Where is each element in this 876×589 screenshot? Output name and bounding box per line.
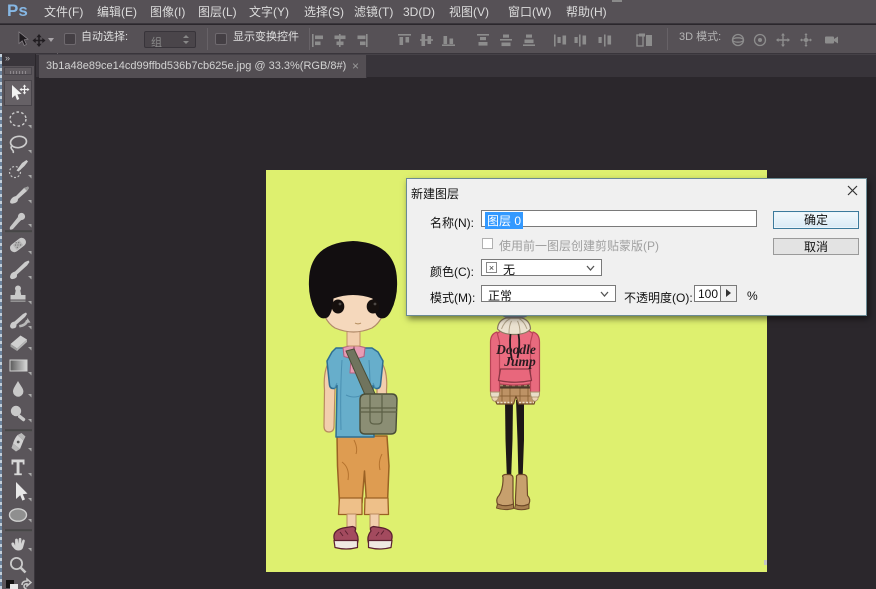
svg-text:Jump: Jump (503, 354, 536, 369)
